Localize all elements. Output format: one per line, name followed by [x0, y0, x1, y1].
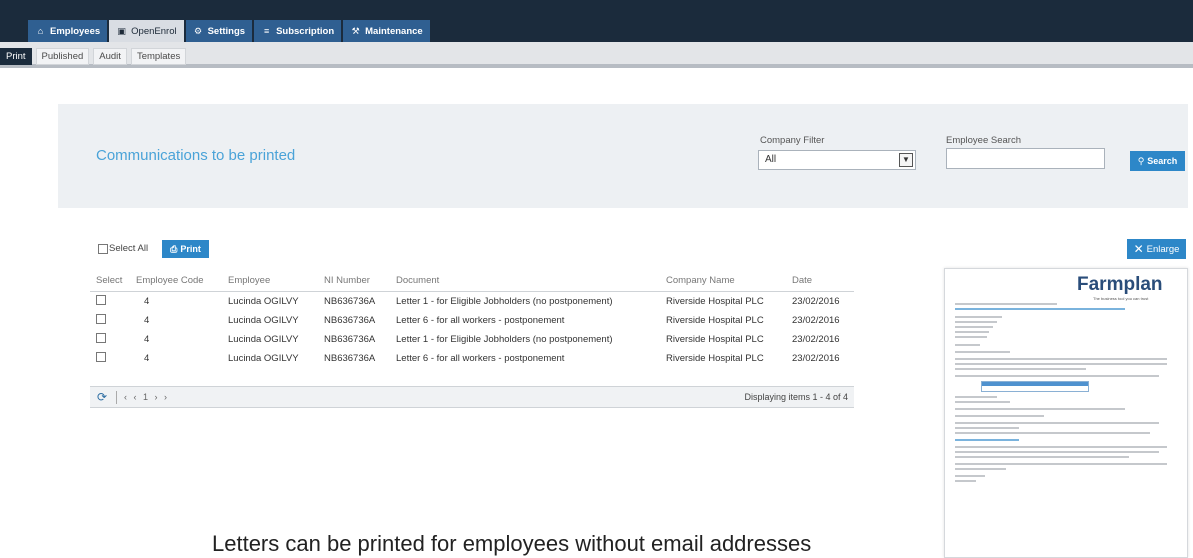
table-row[interactable]: 4 Lucinda OGILVY NB636736A Letter 1 - fo…	[90, 292, 854, 311]
tab-label: Maintenance	[365, 25, 423, 37]
logo-tagline: The business tool you can trust	[1093, 296, 1149, 301]
column-header[interactable]: Date	[792, 275, 854, 286]
subtab-published[interactable]: Published	[35, 48, 90, 65]
sub-tabs: Print Published Audit Templates	[0, 48, 190, 65]
gear-icon: ⚙	[194, 25, 203, 36]
ni-number: NB636736A	[324, 296, 376, 307]
row-select	[90, 314, 136, 327]
printer-icon: ⎙	[170, 243, 178, 254]
ni-number: NB636736A	[324, 353, 376, 364]
letter-preview[interactable]: Farmplan The business tool you can trust	[944, 268, 1188, 558]
company-filter-label: Company Filter	[760, 135, 825, 146]
home-icon: ⌂	[37, 26, 44, 36]
search-icon: ⚲	[1137, 155, 1145, 166]
table-pager: ⟳ ‹ ‹ 1 › › Displaying items 1 - 4 of 4	[90, 386, 854, 408]
employee-code: 4	[144, 315, 150, 326]
row-checkbox[interactable]	[96, 314, 106, 324]
table-row[interactable]: 4 Lucinda OGILVY NB636736A Letter 6 - fo…	[90, 311, 854, 330]
enlarge-button-label: Enlarge	[1146, 243, 1180, 255]
document-name: Letter 1 - for Eligible Jobholders (no p…	[396, 334, 613, 345]
filter-panel: Communications to be printed Company Fil…	[58, 104, 1188, 208]
refresh-icon[interactable]: ⟳	[97, 390, 111, 404]
top-bar: ⌂ Employees ▣ OpenEnrol ⚙ Settings ≡ Sub…	[0, 0, 1193, 42]
letter-body-lines	[955, 303, 1167, 485]
tab-settings[interactable]: ⚙ Settings	[185, 20, 253, 42]
pager-controls[interactable]: ‹ ‹ 1 › ›	[124, 392, 169, 402]
employee-code: 4	[144, 353, 150, 364]
column-header[interactable]: NI Number	[324, 275, 396, 286]
contribution-table	[981, 381, 1089, 392]
subtab-print[interactable]: Print	[0, 48, 32, 65]
row-date: 23/02/2016	[792, 334, 840, 345]
subtab-audit[interactable]: Audit	[93, 48, 127, 65]
column-header[interactable]: Employee Code	[136, 275, 228, 286]
row-checkbox[interactable]	[96, 333, 106, 343]
column-header[interactable]: Document	[396, 275, 666, 286]
select-all-checkbox[interactable]	[98, 243, 108, 254]
table-row[interactable]: 4 Lucinda OGILVY NB636736A Letter 1 - fo…	[90, 330, 854, 349]
employee-name: Lucinda OGILVY	[228, 296, 299, 307]
farmplan-logo: Farmplan	[1077, 274, 1163, 295]
row-select	[90, 352, 136, 365]
page-title: Communications to be printed	[96, 147, 296, 164]
employee-search-label: Employee Search	[946, 135, 1021, 146]
column-header[interactable]: Employee	[228, 275, 324, 286]
select-all-label: Select All	[109, 243, 149, 254]
tab-label: OpenEnrol	[131, 25, 177, 37]
tab-label: Employees	[50, 25, 101, 37]
employee-name: Lucinda OGILVY	[228, 334, 299, 345]
search-button-label: Search	[1147, 156, 1178, 166]
table-row[interactable]: 4 Lucinda OGILVY NB636736A Letter 6 - fo…	[90, 349, 854, 368]
column-header[interactable]: Select	[90, 275, 136, 286]
employee-code: 4	[144, 296, 150, 307]
company-filter-select[interactable]: All ▼	[758, 150, 916, 170]
company-name: Riverside Hospital PLC	[666, 315, 764, 326]
pager-divider	[116, 391, 117, 404]
search-button[interactable]: ⚲ Search	[1130, 151, 1185, 171]
employee-code: 4	[144, 334, 150, 345]
main-tabs: ⌂ Employees ▣ OpenEnrol ⚙ Settings ≡ Sub…	[28, 20, 432, 42]
employee-name: Lucinda OGILVY	[228, 353, 299, 364]
print-button-label: Print	[180, 244, 201, 254]
list-icon: ≡	[263, 26, 270, 36]
display-info: Displaying items 1 - 4 of 4	[744, 392, 848, 402]
tab-openenrol[interactable]: ▣ OpenEnrol	[109, 20, 184, 42]
row-select	[90, 333, 136, 346]
wrench-icon: ⚒	[351, 25, 360, 36]
table-header: Select Employee Code Employee NI Number …	[90, 270, 854, 292]
ni-number: NB636736A	[324, 334, 376, 345]
tab-maintenance[interactable]: ⚒ Maintenance	[343, 20, 430, 42]
company-filter-value: All	[765, 154, 777, 165]
document-name: Letter 1 - for Eligible Jobholders (no p…	[396, 296, 613, 307]
communications-table: Select Employee Code Employee NI Number …	[90, 270, 854, 368]
company-name: Riverside Hospital PLC	[666, 296, 764, 307]
ni-number: NB636736A	[324, 315, 376, 326]
column-header[interactable]: Company Name	[666, 275, 792, 286]
tab-employees[interactable]: ⌂ Employees	[28, 20, 108, 42]
select-all[interactable]: Select All	[98, 243, 148, 254]
company-name: Riverside Hospital PLC	[666, 334, 764, 345]
row-checkbox[interactable]	[96, 295, 106, 305]
building-icon: ▣	[117, 25, 126, 36]
row-checkbox[interactable]	[96, 352, 106, 362]
tab-subscription[interactable]: ≡ Subscription	[254, 20, 342, 42]
row-select	[90, 295, 136, 308]
document-name: Letter 6 - for all workers - postponemen…	[396, 315, 565, 326]
row-date: 23/02/2016	[792, 315, 840, 326]
caption-text: Letters can be printed for employees wit…	[212, 531, 812, 556]
tab-label: Subscription	[276, 25, 335, 37]
document-name: Letter 6 - for all workers - postponemen…	[396, 353, 565, 364]
row-date: 23/02/2016	[792, 353, 840, 364]
sub-nav-bar: Print Published Audit Templates	[0, 42, 1193, 68]
tab-label: Settings	[207, 25, 246, 37]
row-date: 23/02/2016	[792, 296, 840, 307]
subtab-templates[interactable]: Templates	[130, 48, 187, 65]
enlarge-button[interactable]: ✕ Enlarge	[1127, 239, 1186, 259]
chevron-down-icon: ▼	[899, 153, 913, 167]
expand-icon: ✕	[1133, 242, 1144, 256]
employee-search-input[interactable]	[946, 148, 1105, 169]
employee-name: Lucinda OGILVY	[228, 315, 299, 326]
company-name: Riverside Hospital PLC	[666, 353, 764, 364]
print-button[interactable]: ⎙ Print	[162, 240, 209, 258]
